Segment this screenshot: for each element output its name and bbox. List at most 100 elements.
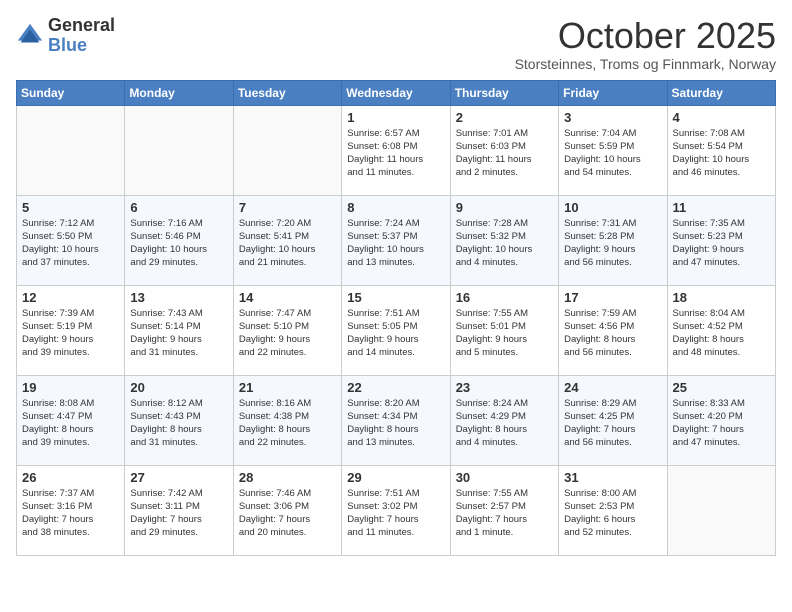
logo-general: General xyxy=(48,16,115,36)
day-number: 16 xyxy=(456,290,553,305)
day-info: Sunrise: 7:01 AMSunset: 6:03 PMDaylight:… xyxy=(456,127,553,180)
day-info: Sunrise: 7:28 AMSunset: 5:32 PMDaylight:… xyxy=(456,217,553,270)
day-number: 14 xyxy=(239,290,336,305)
day-info: Sunrise: 7:47 AMSunset: 5:10 PMDaylight:… xyxy=(239,307,336,360)
day-info: Sunrise: 7:31 AMSunset: 5:28 PMDaylight:… xyxy=(564,217,661,270)
day-number: 29 xyxy=(347,470,444,485)
logo: General Blue xyxy=(16,16,115,56)
day-info: Sunrise: 7:51 AMSunset: 5:05 PMDaylight:… xyxy=(347,307,444,360)
calendar-cell: 14 Sunrise: 7:47 AMSunset: 5:10 PMDayligh… xyxy=(233,285,341,375)
weekday-header-sunday: Sunday xyxy=(17,80,125,105)
day-info: Sunrise: 8:20 AMSunset: 4:34 PMDaylight:… xyxy=(347,397,444,450)
calendar: SundayMondayTuesdayWednesdayThursdayFrid… xyxy=(16,80,776,556)
day-info: Sunrise: 7:35 AMSunset: 5:23 PMDaylight:… xyxy=(673,217,770,270)
calendar-cell: 24 Sunrise: 8:29 AMSunset: 4:25 PMDayligh… xyxy=(559,375,667,465)
day-number: 8 xyxy=(347,200,444,215)
day-info: Sunrise: 7:08 AMSunset: 5:54 PMDaylight:… xyxy=(673,127,770,180)
day-info: Sunrise: 7:24 AMSunset: 5:37 PMDaylight:… xyxy=(347,217,444,270)
day-info: Sunrise: 7:59 AMSunset: 4:56 PMDaylight:… xyxy=(564,307,661,360)
day-info: Sunrise: 8:29 AMSunset: 4:25 PMDaylight:… xyxy=(564,397,661,450)
calendar-cell: 8 Sunrise: 7:24 AMSunset: 5:37 PMDaylight… xyxy=(342,195,450,285)
day-number: 12 xyxy=(22,290,119,305)
day-info: Sunrise: 8:08 AMSunset: 4:47 PMDaylight:… xyxy=(22,397,119,450)
day-info: Sunrise: 8:33 AMSunset: 4:20 PMDaylight:… xyxy=(673,397,770,450)
day-info: Sunrise: 7:39 AMSunset: 5:19 PMDaylight:… xyxy=(22,307,119,360)
logo-icon xyxy=(16,22,44,50)
calendar-cell: 11 Sunrise: 7:35 AMSunset: 5:23 PMDayligh… xyxy=(667,195,775,285)
day-info: Sunrise: 7:20 AMSunset: 5:41 PMDaylight:… xyxy=(239,217,336,270)
calendar-cell: 4 Sunrise: 7:08 AMSunset: 5:54 PMDaylight… xyxy=(667,105,775,195)
day-info: Sunrise: 7:37 AMSunset: 3:16 PMDaylight:… xyxy=(22,487,119,540)
calendar-cell: 21 Sunrise: 8:16 AMSunset: 4:38 PMDayligh… xyxy=(233,375,341,465)
calendar-week-1: 1 Sunrise: 6:57 AMSunset: 6:08 PMDaylight… xyxy=(17,105,776,195)
page-header: General Blue October 2025 Storsteinnes, … xyxy=(16,16,776,72)
calendar-cell: 29Sunrise: 7:51 AMSunset: 3:02 PMDayligh… xyxy=(342,465,450,555)
weekday-header-tuesday: Tuesday xyxy=(233,80,341,105)
day-info: Sunrise: 7:42 AMSunset: 3:11 PMDaylight:… xyxy=(130,487,227,540)
weekday-header-thursday: Thursday xyxy=(450,80,558,105)
day-info: Sunrise: 7:12 AMSunset: 5:50 PMDaylight:… xyxy=(22,217,119,270)
weekday-header-row: SundayMondayTuesdayWednesdayThursdayFrid… xyxy=(17,80,776,105)
calendar-cell: 20 Sunrise: 8:12 AMSunset: 4:43 PMDayligh… xyxy=(125,375,233,465)
calendar-cell: 16 Sunrise: 7:55 AMSunset: 5:01 PMDayligh… xyxy=(450,285,558,375)
day-number: 6 xyxy=(130,200,227,215)
day-number: 23 xyxy=(456,380,553,395)
weekday-header-wednesday: Wednesday xyxy=(342,80,450,105)
day-info: Sunrise: 7:04 AMSunset: 5:59 PMDaylight:… xyxy=(564,127,661,180)
calendar-cell xyxy=(125,105,233,195)
day-number: 21 xyxy=(239,380,336,395)
logo-blue: Blue xyxy=(48,36,115,56)
day-number: 24 xyxy=(564,380,661,395)
weekday-header-saturday: Saturday xyxy=(667,80,775,105)
calendar-cell: 25 Sunrise: 8:33 AMSunset: 4:20 PMDayligh… xyxy=(667,375,775,465)
day-info: Sunrise: 8:04 AMSunset: 4:52 PMDaylight:… xyxy=(673,307,770,360)
calendar-cell xyxy=(17,105,125,195)
day-number: 22 xyxy=(347,380,444,395)
calendar-cell: 31Sunrise: 8:00 AMSunset: 2:53 PMDayligh… xyxy=(559,465,667,555)
day-number: 18 xyxy=(673,290,770,305)
day-info: Sunrise: 7:55 AMSunset: 5:01 PMDaylight:… xyxy=(456,307,553,360)
calendar-cell: 18 Sunrise: 8:04 AMSunset: 4:52 PMDayligh… xyxy=(667,285,775,375)
calendar-cell: 10 Sunrise: 7:31 AMSunset: 5:28 PMDayligh… xyxy=(559,195,667,285)
day-info: Sunrise: 7:46 AMSunset: 3:06 PMDaylight:… xyxy=(239,487,336,540)
calendar-cell: 6Sunrise: 7:16 AMSunset: 5:46 PMDaylight… xyxy=(125,195,233,285)
calendar-cell: 15Sunrise: 7:51 AMSunset: 5:05 PMDayligh… xyxy=(342,285,450,375)
calendar-cell: 3Sunrise: 7:04 AMSunset: 5:59 PMDaylight… xyxy=(559,105,667,195)
day-number: 9 xyxy=(456,200,553,215)
calendar-cell: 2 Sunrise: 7:01 AMSunset: 6:03 PMDaylight… xyxy=(450,105,558,195)
day-number: 31 xyxy=(564,470,661,485)
calendar-cell: 19 Sunrise: 8:08 AMSunset: 4:47 PMDayligh… xyxy=(17,375,125,465)
day-number: 17 xyxy=(564,290,661,305)
day-info: Sunrise: 8:24 AMSunset: 4:29 PMDaylight:… xyxy=(456,397,553,450)
calendar-cell: 1 Sunrise: 6:57 AMSunset: 6:08 PMDaylight… xyxy=(342,105,450,195)
day-number: 5 xyxy=(22,200,119,215)
day-number: 11 xyxy=(673,200,770,215)
day-info: Sunrise: 8:12 AMSunset: 4:43 PMDaylight:… xyxy=(130,397,227,450)
day-info: Sunrise: 7:55 AMSunset: 2:57 PMDaylight:… xyxy=(456,487,553,540)
day-info: Sunrise: 6:57 AMSunset: 6:08 PMDaylight:… xyxy=(347,127,444,180)
day-number: 1 xyxy=(347,110,444,125)
calendar-week-3: 12 Sunrise: 7:39 AMSunset: 5:19 PMDayligh… xyxy=(17,285,776,375)
day-number: 10 xyxy=(564,200,661,215)
calendar-cell xyxy=(667,465,775,555)
day-number: 25 xyxy=(673,380,770,395)
day-number: 28 xyxy=(239,470,336,485)
calendar-cell: 22 Sunrise: 8:20 AMSunset: 4:34 PMDayligh… xyxy=(342,375,450,465)
day-number: 27 xyxy=(130,470,227,485)
day-number: 20 xyxy=(130,380,227,395)
day-number: 4 xyxy=(673,110,770,125)
calendar-cell: 27 Sunrise: 7:42 AMSunset: 3:11 PMDayligh… xyxy=(125,465,233,555)
calendar-week-2: 5 Sunrise: 7:12 AMSunset: 5:50 PMDaylight… xyxy=(17,195,776,285)
day-number: 2 xyxy=(456,110,553,125)
calendar-week-5: 26Sunrise: 7:37 AMSunset: 3:16 PMDayligh… xyxy=(17,465,776,555)
day-info: Sunrise: 8:16 AMSunset: 4:38 PMDaylight:… xyxy=(239,397,336,450)
day-number: 30 xyxy=(456,470,553,485)
day-number: 19 xyxy=(22,380,119,395)
calendar-cell: 30 Sunrise: 7:55 AMSunset: 2:57 PMDayligh… xyxy=(450,465,558,555)
weekday-header-friday: Friday xyxy=(559,80,667,105)
calendar-cell: 7Sunrise: 7:20 AMSunset: 5:41 PMDaylight… xyxy=(233,195,341,285)
calendar-cell: 5 Sunrise: 7:12 AMSunset: 5:50 PMDaylight… xyxy=(17,195,125,285)
calendar-cell: 13Sunrise: 7:43 AMSunset: 5:14 PMDayligh… xyxy=(125,285,233,375)
calendar-cell: 9 Sunrise: 7:28 AMSunset: 5:32 PMDaylight… xyxy=(450,195,558,285)
month-title: October 2025 xyxy=(515,16,776,56)
